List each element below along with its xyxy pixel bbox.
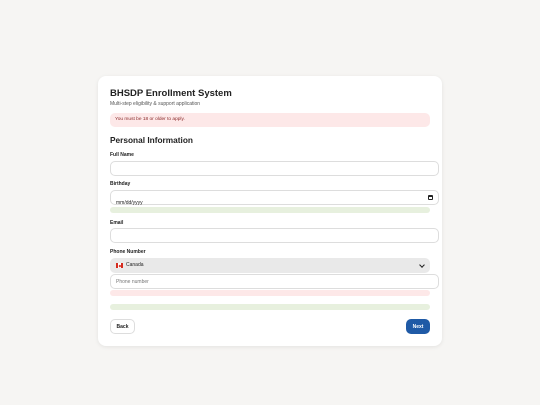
next-button[interactable]: Next bbox=[406, 319, 430, 334]
chevron-down-icon bbox=[419, 262, 425, 268]
birthday-input[interactable]: mm/dd/yyyy bbox=[110, 190, 439, 206]
birthday-feedback-bar bbox=[110, 207, 430, 213]
birthday-label: Birthday bbox=[110, 181, 131, 187]
full-name-label: Full Name bbox=[110, 152, 134, 158]
email-input[interactable] bbox=[110, 228, 439, 243]
age-error-banner: You must be 18 or older to apply. bbox=[110, 113, 430, 127]
email-label: Email bbox=[110, 220, 124, 226]
enrollment-card: BHSDP Enrollment System Multi-step eligi… bbox=[98, 76, 442, 346]
country-select[interactable]: Canada bbox=[110, 258, 430, 273]
birthday-placeholder: mm/dd/yyyy bbox=[116, 200, 143, 206]
country-select-value: Canada bbox=[126, 262, 144, 268]
app-title: BHSDP Enrollment System bbox=[110, 88, 232, 99]
back-button[interactable]: Back bbox=[110, 319, 135, 334]
canada-flag-icon bbox=[116, 263, 123, 268]
phone-number-label: Phone Number bbox=[110, 249, 146, 255]
phone-number-input[interactable] bbox=[110, 274, 439, 289]
phone-error-bar bbox=[110, 290, 430, 296]
app-subtitle: Multi-step eligibility & support applica… bbox=[110, 101, 201, 107]
calendar-icon[interactable] bbox=[428, 195, 433, 200]
section-title: Personal Information bbox=[110, 135, 193, 145]
email-feedback-bar bbox=[110, 304, 430, 310]
full-name-input[interactable] bbox=[110, 161, 439, 176]
